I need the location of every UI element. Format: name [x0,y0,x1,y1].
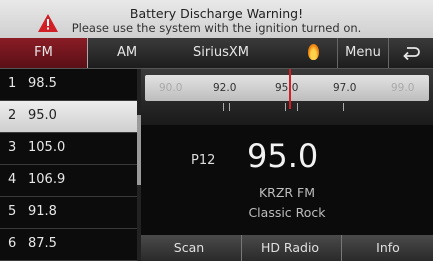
preset-number: 1 [8,76,17,91]
radio-screen: Battery Discharge Warning! Please use th… [0,0,433,261]
tuner-tick-label: 97.0 [333,82,357,94]
bottom-button-bar: Scan HD Radio Info [141,235,433,261]
voice-button[interactable] [296,38,332,68]
preset-number: 4 [8,172,17,187]
preset-number: 6 [8,236,17,251]
warning-message: Please use the system with the ignition … [71,21,362,35]
voice-icon [308,44,319,60]
back-icon [402,47,420,61]
preset-tag: P12 [191,153,216,168]
warning-title: Battery Discharge Warning! [129,6,304,21]
tuner-needle[interactable] [289,69,291,109]
preset-number: 2 [8,108,17,123]
source-tab-bar: FM AM SiriusXM Menu [0,38,433,69]
tuner-tick-label: 92.0 [213,82,237,94]
info-button[interactable]: Info [341,235,433,261]
tuner-scale: 90.0 92.0 95.0 97.0 99.0 [145,75,429,101]
now-playing-display: P12 95.0 KRZR FM Classic Rock [141,125,433,235]
preset-frequency: 106.9 [28,172,66,187]
preset-frequency: 105.0 [28,140,66,155]
tuner-tick-label: 95.0 [275,82,299,94]
station-genre: Classic Rock [248,205,326,220]
tuner-tick-label: 99.0 [391,82,415,94]
tuner-mark [229,103,230,111]
tuner-mark [285,103,286,111]
tab-am[interactable]: AM [88,38,166,68]
preset-frequency: 91.8 [28,204,57,219]
tuner-mark [297,103,298,111]
tab-siriusxm[interactable]: SiriusXM [166,38,276,68]
preset-item[interactable]: 3 105.0 [0,133,137,165]
preset-item[interactable]: 6 87.5 [0,229,137,261]
preset-list: 1 98.5 2 95.0 3 105.0 4 106.9 5 91.8 6 8… [0,69,137,261]
menu-button[interactable]: Menu [337,38,389,68]
preset-frequency: 95.0 [28,108,57,123]
preset-item-selected[interactable]: 2 95.0 [0,101,137,133]
station-name: KRZR FM [258,185,316,200]
tab-fm[interactable]: FM [0,38,88,68]
preset-number: 3 [8,140,17,155]
tuner-mark [343,103,344,111]
preset-frequency: 87.5 [28,236,57,251]
tuner-tick-label: 90.0 [159,82,183,94]
preset-number: 5 [8,204,17,219]
current-frequency: 95.0 [247,137,319,175]
hd-radio-button[interactable]: HD Radio [241,235,338,261]
tuner-marks [145,103,429,113]
preset-item[interactable]: 5 91.8 [0,197,137,229]
preset-frequency: 98.5 [28,76,57,91]
back-button[interactable] [388,38,433,68]
preset-item[interactable]: 4 106.9 [0,165,137,197]
battery-warning-banner: Battery Discharge Warning! Please use th… [0,0,433,39]
scan-button[interactable]: Scan [141,235,237,261]
tuner-mark [223,103,224,111]
frequency-tuner[interactable]: 90.0 92.0 95.0 97.0 99.0 [141,69,433,125]
preset-item[interactable]: 1 98.5 [0,69,137,101]
